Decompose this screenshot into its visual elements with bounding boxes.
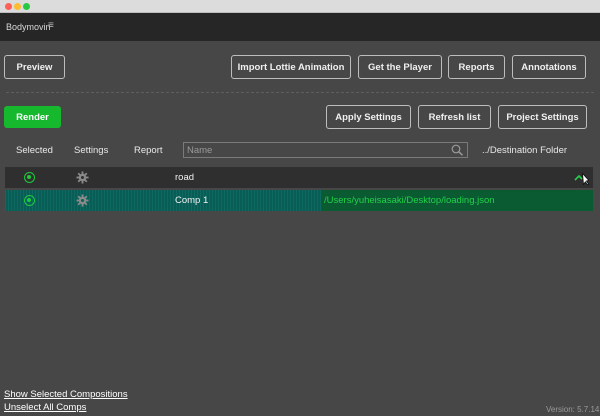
unselect-all-comps-link[interactable]: Unselect All Comps xyxy=(4,402,86,413)
destination-folder-icon[interactable] xyxy=(573,172,589,185)
table-row[interactable]: road xyxy=(5,167,593,188)
version-label: Version: 5.7.14 xyxy=(546,405,600,414)
gear-icon[interactable] xyxy=(76,171,89,184)
refresh-list-button[interactable]: Refresh list xyxy=(418,105,491,129)
annotations-button[interactable]: Annotations xyxy=(512,55,586,79)
panel-title: Bodymovin xyxy=(6,22,51,32)
radio-selected-icon[interactable] xyxy=(24,172,35,183)
header-settings: Settings xyxy=(74,145,109,156)
composition-name: road xyxy=(175,172,195,183)
reports-button[interactable]: Reports xyxy=(448,55,505,79)
radio-selected-icon[interactable] xyxy=(24,195,35,206)
preview-button[interactable]: Preview xyxy=(4,55,65,79)
section-divider xyxy=(6,92,594,93)
destination-path[interactable]: /Users/yuheisasaki/Desktop/loading.json xyxy=(324,195,495,206)
search-icon[interactable] xyxy=(450,144,464,156)
gear-icon[interactable] xyxy=(76,194,89,207)
apply-settings-button[interactable]: Apply Settings xyxy=(326,105,411,129)
header-destination[interactable]: ../Destination Folder xyxy=(482,145,567,156)
render-button[interactable]: Render xyxy=(4,106,61,128)
search-input[interactable] xyxy=(187,144,442,156)
zoom-window-button[interactable] xyxy=(23,3,30,10)
get-player-button[interactable]: Get the Player xyxy=(358,55,442,79)
cursor-icon xyxy=(581,172,589,185)
window-titlebar xyxy=(0,0,600,13)
menu-icon[interactable]: ≡ xyxy=(48,20,54,31)
search-box xyxy=(183,142,468,158)
header-report: Report xyxy=(134,145,163,156)
project-settings-button[interactable]: Project Settings xyxy=(498,105,587,129)
minimize-window-button[interactable] xyxy=(14,3,21,10)
table-row[interactable]: Comp 1 /Users/yuheisasaki/Desktop/loadin… xyxy=(5,190,593,211)
composition-name: Comp 1 xyxy=(175,195,209,206)
import-lottie-button[interactable]: Import Lottie Animation xyxy=(231,55,351,79)
panel-header: Bodymovin ≡ xyxy=(0,13,600,41)
row-highlight xyxy=(5,190,321,211)
header-selected: Selected xyxy=(16,145,53,156)
show-selected-compositions-link[interactable]: Show Selected Compositions xyxy=(4,389,128,400)
close-window-button[interactable] xyxy=(5,3,12,10)
